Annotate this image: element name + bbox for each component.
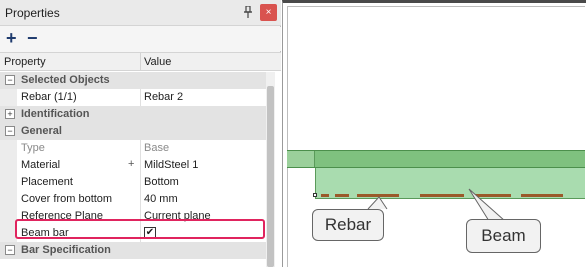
pin-icon[interactable] [243, 5, 253, 21]
vertical-scrollbar[interactable] [266, 72, 275, 267]
expand-icon[interactable]: + [5, 109, 15, 119]
row-label: Rebar (1/1) [21, 91, 77, 103]
panel-titlebar: Properties × [0, 0, 281, 26]
value-column-header[interactable]: Value [144, 56, 171, 68]
panel-title: Properties [5, 6, 60, 20]
property-column-header[interactable]: Property [4, 56, 46, 68]
properties-panel: Properties × + − Property Value − Select… [0, 0, 281, 267]
row-value[interactable]: Bottom [144, 176, 179, 188]
expand-all-button[interactable]: + [6, 28, 17, 48]
row-value[interactable]: 40 mm [144, 193, 178, 205]
add-icon[interactable]: + [128, 158, 134, 170]
property-row-placement[interactable]: Placement Bottom [0, 174, 266, 191]
row-label: Material [21, 159, 61, 171]
row-label: Type [21, 142, 45, 154]
grid-header: Property Value [0, 52, 281, 71]
beam-callout: Beam [466, 219, 541, 253]
property-row-rebar[interactable]: Rebar (1/1) Rebar 2 [0, 89, 266, 106]
row-label: Selected Objects [21, 74, 110, 86]
highlight-box [15, 219, 265, 239]
row-label: Placement [21, 176, 73, 188]
collapse-icon[interactable]: − [5, 75, 15, 85]
rebar-callout: Rebar [312, 209, 384, 241]
scrollbar-thumb[interactable] [267, 86, 274, 267]
row-label: Cover from bottom [21, 193, 113, 205]
collapse-icon[interactable]: − [5, 245, 15, 255]
property-row-cover-from-bottom[interactable]: Cover from bottom 40 mm [0, 191, 266, 208]
property-row-material[interactable]: Material + MildSteel 1 [0, 157, 266, 174]
model-viewport[interactable]: Rebar Beam [282, 0, 586, 267]
row-label: General [21, 125, 62, 137]
property-row-type[interactable]: Type Base [0, 140, 266, 157]
collapse-all-button[interactable]: − [27, 28, 38, 48]
row-value[interactable]: Rebar 2 [144, 91, 183, 103]
row-label: Bar Specification [21, 244, 111, 256]
collapse-icon[interactable]: − [5, 126, 15, 136]
close-button[interactable]: × [260, 4, 277, 21]
row-value[interactable]: MildSteel 1 [144, 159, 198, 171]
category-row-identification[interactable]: + Identification [0, 106, 266, 123]
category-row-general[interactable]: − General [0, 123, 266, 140]
row-label: Identification [21, 108, 90, 120]
category-row-selected-objects[interactable]: − Selected Objects [0, 72, 266, 89]
category-row-bar-specification[interactable]: − Bar Specification [0, 242, 266, 259]
panel-toolbar: + − [0, 27, 281, 51]
row-value: Base [144, 142, 170, 154]
